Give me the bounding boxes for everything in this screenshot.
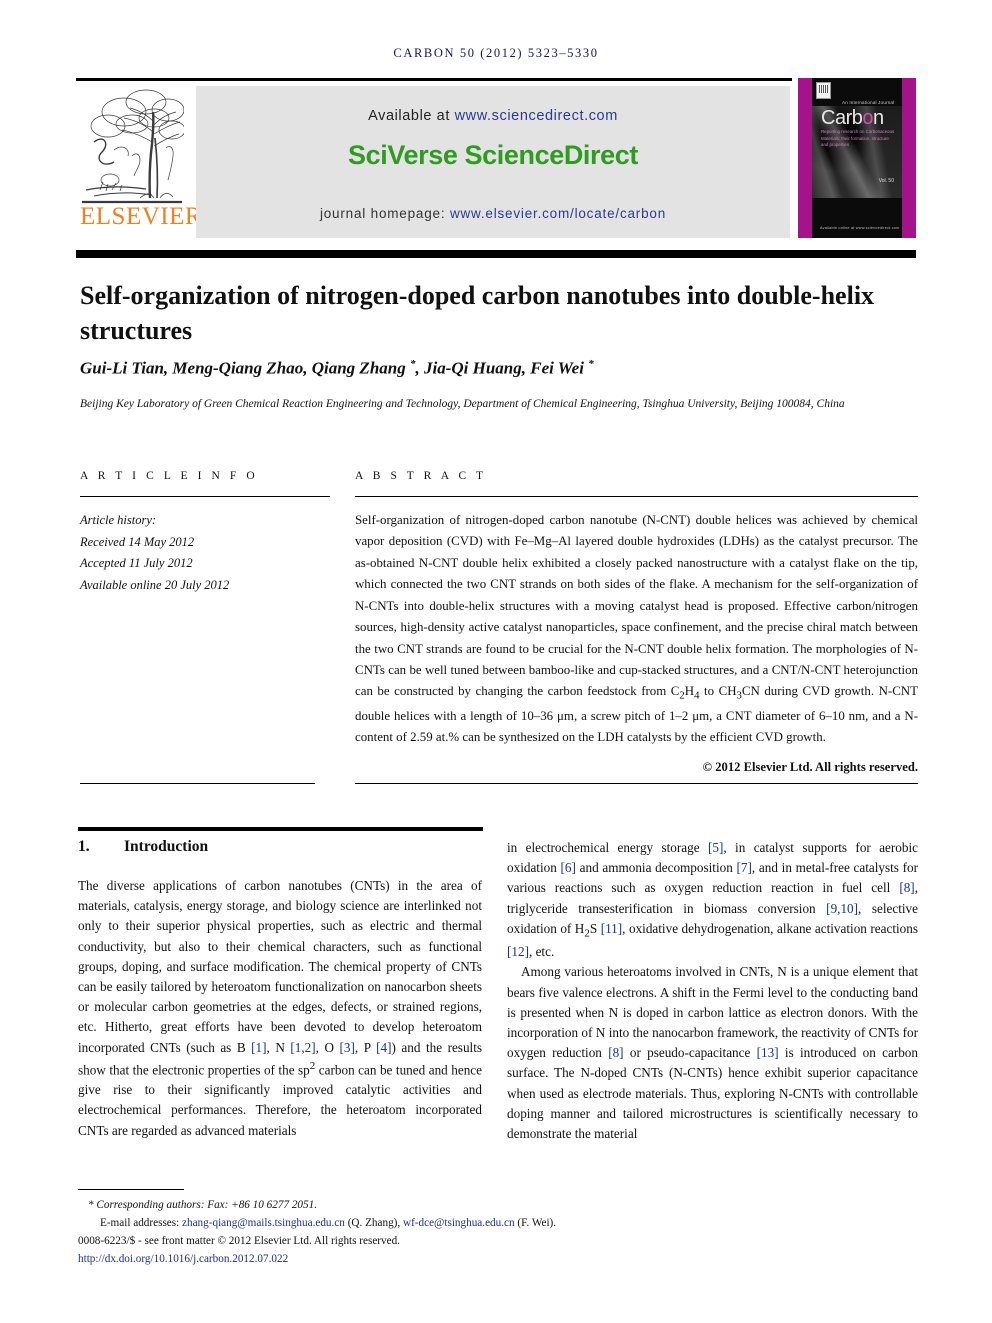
citation-ref[interactable]: [4] [376, 1040, 391, 1055]
body-column-left: 1. Introduction The diverse applications … [78, 838, 482, 1141]
author-list: Gui-Li Tian, Meng-Qiang Zhao, Qiang Zhan… [80, 358, 594, 378]
available-at-line: Available at www.sciencedirect.com [196, 108, 790, 124]
article-info-heading: A R T I C L E I N F O [80, 470, 259, 482]
email-link-wei[interactable]: wf-dce@tsinghua.edu.cn [403, 1217, 515, 1229]
doi-link[interactable]: http://dx.doi.org/10.1016/j.carbon.2012.… [78, 1250, 918, 1268]
masthead-bottom-rule [76, 250, 916, 258]
citation-ref[interactable]: [1] [251, 1040, 266, 1055]
paragraph: in electrochemical energy storage [5], i… [507, 840, 918, 960]
citation-ref[interactable]: [9,10] [826, 901, 858, 916]
journal-homepage-line: journal homepage: www.elsevier.com/locat… [196, 206, 790, 221]
abstract-heading: A B S T R A C T [355, 470, 487, 482]
cover-title-post: n [872, 107, 884, 129]
body-column-right: in electrochemical energy storage [5], i… [507, 838, 918, 1144]
citation-ref[interactable]: [7] [737, 860, 752, 875]
paragraph: The diverse applications of carbon nanot… [78, 878, 483, 1138]
corresponding-author-note: * Corresponding authors: Fax: +86 10 627… [88, 1199, 318, 1211]
cover-title-pre: Carb [821, 107, 863, 129]
citation-ref[interactable]: [12] [507, 944, 529, 959]
email-label: E-mail addresses: [100, 1217, 183, 1230]
masthead-top-rule [76, 78, 792, 81]
section-number: 1. [78, 838, 90, 855]
email-link-zhang[interactable]: zhang-qiang@mails.tsinghua.edu.cn [182, 1217, 345, 1229]
section-title-text: Introduction [124, 838, 209, 855]
cover-inner-panel: An International Journal Carbon Reportin… [812, 78, 902, 238]
footnote-block: * Corresponding authors: Fax: +86 10 627… [78, 1196, 918, 1269]
journal-cover-thumbnail[interactable]: An International Journal Carbon Reportin… [798, 78, 916, 238]
page-title: Self-organization of nitrogen-doped carb… [80, 281, 875, 345]
citation-ref[interactable]: [3] [340, 1040, 355, 1055]
available-at-label: Available at [368, 108, 455, 124]
email-owner-zhang: (Q. Zhang), [344, 1217, 403, 1230]
elsevier-wordmark: ELSEVIER [80, 203, 203, 230]
corresponding-marker-1: * [409, 358, 416, 370]
article-info-rule [80, 496, 330, 497]
abstract-copyright: © 2012 Elsevier Ltd. All rights reserved… [702, 759, 918, 774]
sciencedirect-url[interactable]: www.sciencedirect.com [455, 108, 618, 124]
article-accepted: Accepted 11 July 2012 [80, 556, 193, 570]
citation-ref[interactable]: [8] [608, 1045, 623, 1060]
article-page: CARBON 50 (2012) 5323–5330 ELSEVIER Avai… [0, 0, 992, 1323]
article-history-label: Article history: [80, 513, 157, 527]
citation-ref[interactable]: [6] [561, 860, 576, 875]
sciencedirect-band: Available at www.sciencedirect.com SciVe… [196, 86, 790, 238]
affiliation: Beijing Key Laboratory of Green Chemical… [80, 398, 845, 410]
journal-masthead: ELSEVIER Available at www.sciencedirect.… [76, 78, 916, 258]
journal-homepage-url[interactable]: www.elsevier.com/locate/carbon [450, 206, 666, 221]
email-owner-wei: (F. Wei). [514, 1217, 557, 1230]
section-heading-introduction: 1. Introduction [78, 838, 482, 856]
abstract-rule [355, 496, 918, 497]
running-head: CARBON 50 (2012) 5323–5330 [393, 46, 599, 60]
corresponding-marker-2: * [588, 358, 594, 370]
citation-ref[interactable]: [5] [708, 840, 723, 855]
issn-copyright-line: 0008-6223/$ - see front matter © 2012 El… [78, 1235, 400, 1248]
article-received: Received 14 May 2012 [80, 534, 195, 549]
sciverse-sciencedirect-logo[interactable]: SciVerse ScienceDirect [196, 140, 790, 171]
elsevier-logo: ELSEVIER [80, 86, 202, 238]
article-info-column: A R T I C L E I N F O Article history: R… [80, 470, 330, 596]
footnote-rule [78, 1189, 184, 1190]
elsevier-tree-icon [80, 86, 184, 204]
citation-ref[interactable]: [8] [899, 880, 914, 895]
cover-volume: Vol. 50 [878, 178, 894, 184]
cover-supertitle: An International Journal [842, 100, 895, 105]
paragraph: Among various heteroatoms involved in CN… [507, 964, 918, 1141]
section-divider-rule [78, 827, 483, 831]
cover-subtitle: Reporting research on Carbonaceous Mater… [821, 129, 895, 148]
cover-title: Carbon [821, 108, 884, 128]
article-info-bottom-rule [80, 783, 315, 784]
email-addresses-note: E-mail addresses: zhang-qiang@mails.tsin… [78, 1214, 918, 1232]
abstract-text: Self-organization of nitrogen-doped carb… [355, 513, 918, 745]
citation-ref[interactable]: [13] [757, 1045, 779, 1060]
article-online: Available online 20 July 2012 [80, 577, 230, 592]
abstract-column: A B S T R A C T Self-organization of nit… [355, 470, 918, 775]
elsevier-badge-icon [816, 82, 831, 99]
cover-title-o: o [862, 107, 873, 129]
citation-ref[interactable]: [11] [601, 921, 622, 936]
citation-ref[interactable]: [1,2] [290, 1040, 315, 1055]
abstract-bottom-rule [355, 783, 918, 784]
journal-homepage-label: journal homepage: [319, 206, 450, 221]
article-history: Article history: Received 14 May 2012 Ac… [80, 510, 330, 596]
cover-footer: Available online at www.sciencedirect.co… [820, 226, 900, 230]
